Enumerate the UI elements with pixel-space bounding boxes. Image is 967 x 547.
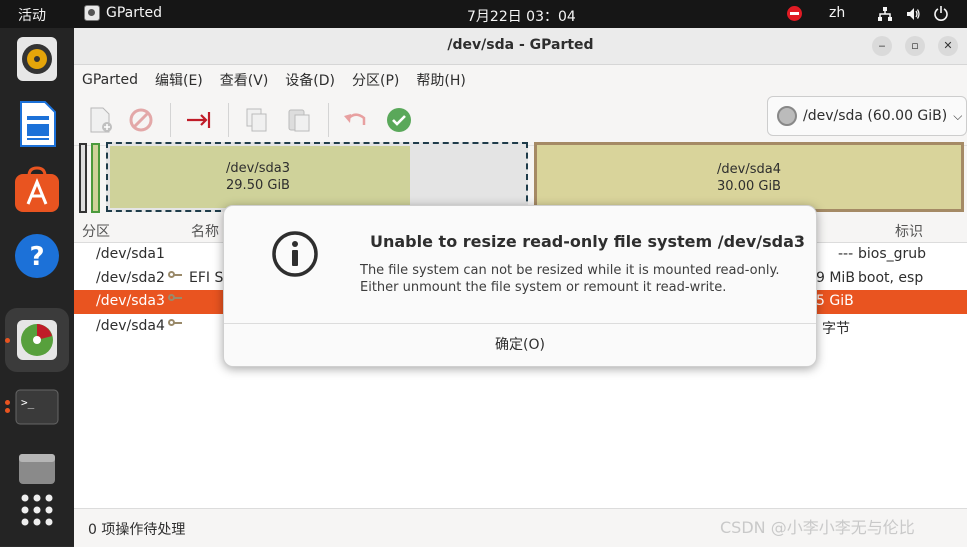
- dialog-message-line: Either unmount the file system or remoun…: [360, 280, 727, 295]
- partition-block-sda3[interactable]: /dev/sda3 29.50 GiB: [106, 142, 528, 212]
- show-apps-icon[interactable]: [13, 486, 61, 534]
- window-titlebar[interactable]: /dev/sda - GParted ‒ ▫ ✕: [74, 28, 967, 65]
- toolbar-separator: [228, 103, 229, 137]
- key-icon: [168, 270, 182, 280]
- svg-text:?: ?: [29, 242, 44, 272]
- watermark: CSDN @小李小李无与伦比: [720, 518, 915, 537]
- cell-used: 5 GiB: [816, 293, 854, 309]
- app-menu[interactable]: GParted: [84, 5, 162, 21]
- cell-used: 字节: [822, 321, 850, 337]
- close-button[interactable]: ✕: [938, 36, 958, 56]
- cell-flags: bios_grub: [858, 246, 927, 262]
- cell-partition: /dev/sda4: [96, 318, 165, 334]
- cell-used: ---: [838, 246, 854, 262]
- activities-button[interactable]: 活动: [18, 5, 46, 25]
- app-center-icon[interactable]: [13, 166, 61, 214]
- dock: ? >_: [0, 28, 74, 546]
- clock[interactable]: 7月22日 03：04: [467, 6, 576, 26]
- menubar: GParted 编辑(E) 查看(V) 设备(D) 分区(P) 帮助(H): [74, 65, 967, 95]
- pending-operations: 0 项操作待处理: [88, 522, 186, 538]
- gparted-icon[interactable]: [13, 316, 61, 364]
- menu-view[interactable]: 查看(V): [220, 70, 269, 90]
- power-icon[interactable]: [933, 5, 949, 21]
- volume-icon[interactable]: [905, 6, 921, 22]
- minimize-button[interactable]: ‒: [872, 36, 892, 56]
- column-header-partition[interactable]: 分区: [82, 221, 110, 241]
- menu-help[interactable]: 帮助(H): [416, 70, 465, 90]
- partition-graph: /dev/sda3 29.50 GiB /dev/sda4 30.00 GiB: [78, 142, 964, 214]
- device-selector[interactable]: /dev/sda (60.00 GiB) ⌵: [767, 96, 967, 136]
- info-icon: [272, 231, 318, 277]
- column-header-name[interactable]: 名称: [191, 221, 219, 241]
- menu-edit[interactable]: 编辑(E): [155, 70, 203, 90]
- libreoffice-writer-icon[interactable]: [13, 100, 61, 148]
- menu-device[interactable]: 设备(D): [285, 70, 335, 90]
- dialog-message: The file system can not be resized while…: [360, 262, 779, 296]
- terminal-icon[interactable]: >_: [13, 382, 61, 430]
- apply-icon[interactable]: [384, 105, 414, 135]
- running-indicator: [5, 338, 10, 343]
- menu-gparted[interactable]: GParted: [82, 72, 138, 88]
- running-indicator: [5, 400, 10, 405]
- running-indicator: [5, 408, 10, 413]
- dialog-title: Unable to resize read-only file system /…: [370, 232, 806, 251]
- undo-icon[interactable]: [340, 105, 370, 135]
- input-language-indicator[interactable]: zh: [829, 5, 845, 21]
- record-stop-icon[interactable]: [787, 6, 802, 21]
- partition-name: /dev/sda4: [717, 162, 781, 177]
- toolbar-separator: [170, 103, 171, 137]
- copy-icon[interactable]: [242, 105, 272, 135]
- menu-partition[interactable]: 分区(P): [352, 70, 399, 90]
- help-icon[interactable]: ?: [13, 232, 61, 280]
- key-icon: [168, 318, 182, 328]
- cell-flags: boot, esp: [858, 270, 924, 286]
- cell-partition: /dev/sda2: [96, 270, 165, 286]
- cell-partition: /dev/sda3: [96, 293, 165, 309]
- partition-block-sda4[interactable]: /dev/sda4 30.00 GiB: [534, 142, 964, 212]
- chevron-down-icon: ⌵: [953, 108, 963, 123]
- cell-partition: /dev/sda1: [96, 246, 165, 262]
- error-dialog: Unable to resize read-only file system /…: [223, 205, 817, 367]
- cell-used: 9 MiB: [816, 270, 855, 286]
- rhythmbox-icon[interactable]: [13, 35, 61, 83]
- device-selector-label: /dev/sda (60.00 GiB): [803, 108, 948, 124]
- svg-text:>_: >_: [21, 396, 35, 409]
- partition-name: /dev/sda3: [226, 161, 290, 176]
- key-icon: [168, 293, 182, 303]
- partition-size: 29.50 GiB: [226, 178, 290, 193]
- new-partition-icon[interactable]: [86, 105, 116, 135]
- ok-button[interactable]: 确定(O): [224, 324, 816, 366]
- resize-move-icon[interactable]: [184, 105, 214, 135]
- window-title: /dev/sda - GParted: [447, 37, 594, 53]
- app-menu-label: GParted: [106, 5, 162, 21]
- dialog-message-line: The file system can not be resized while…: [360, 263, 780, 278]
- top-bar: 活动 GParted 7月22日 03：04 zh: [0, 0, 967, 28]
- maximize-button[interactable]: ▫: [905, 36, 925, 56]
- paste-icon[interactable]: [284, 105, 314, 135]
- toolbar-separator: [328, 103, 329, 137]
- delete-partition-icon[interactable]: [126, 105, 156, 135]
- partition-size: 30.00 GiB: [717, 179, 781, 194]
- small-partitions-strip[interactable]: [78, 142, 102, 214]
- gparted-app-icon: [84, 5, 100, 21]
- network-icon[interactable]: [877, 6, 893, 22]
- column-header-flags[interactable]: 标识: [895, 221, 923, 241]
- hard-disk-icon: [777, 106, 797, 126]
